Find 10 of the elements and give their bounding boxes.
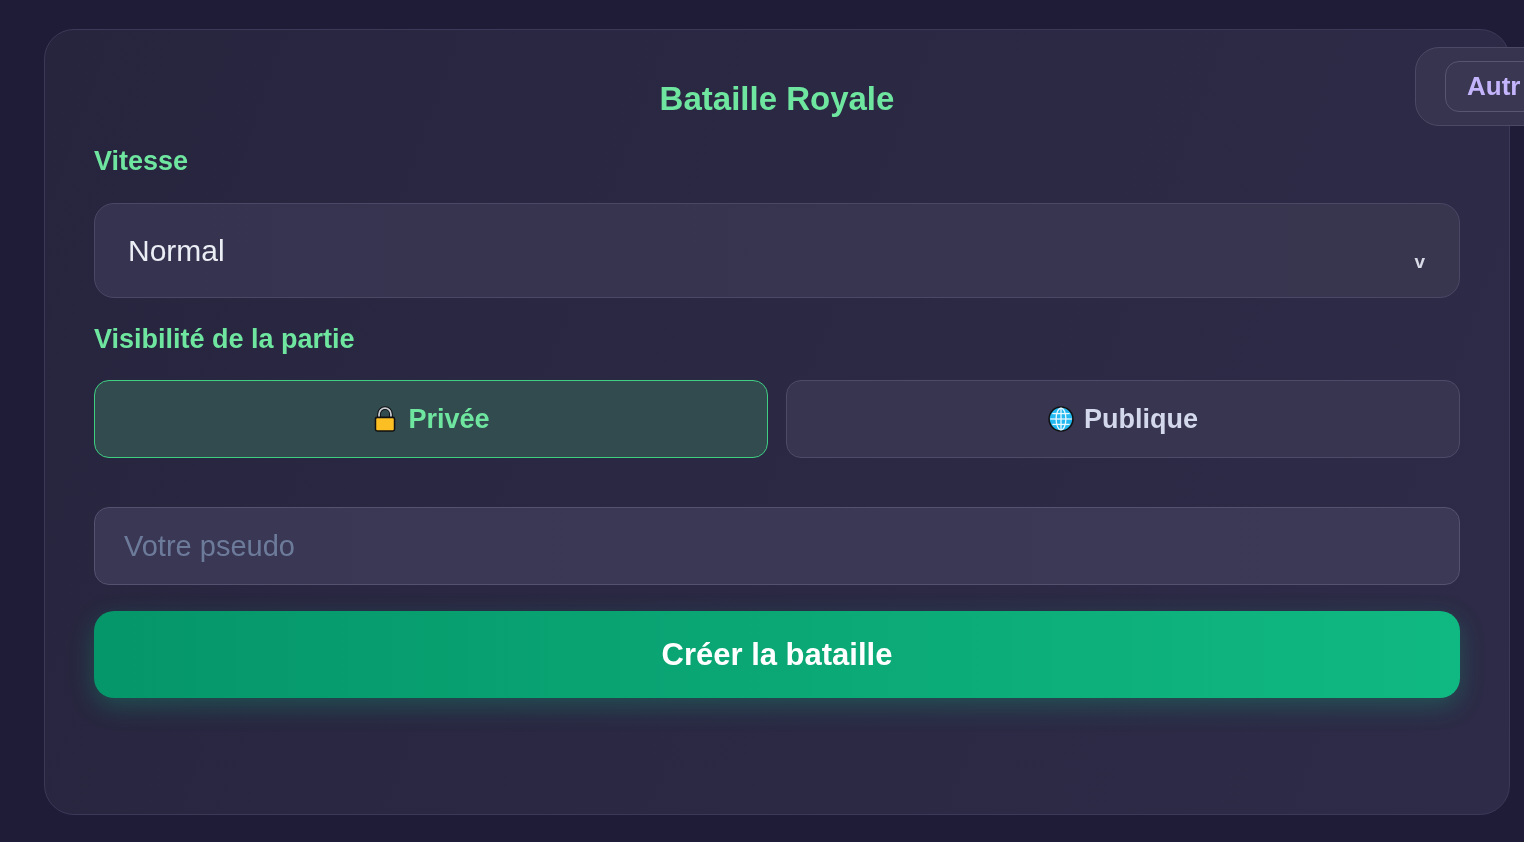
globe-icon — [1048, 406, 1074, 432]
visibility-option[interactable]: Publique — [786, 380, 1460, 458]
field-label: Visibilité de la partie — [94, 323, 356, 355]
card-title: Bataille Royale — [658, 79, 896, 119]
nickname-input[interactable]: Votre pseudo — [94, 507, 1460, 585]
visibility-option[interactable]: Privée — [94, 380, 768, 458]
speed-select[interactable]: Normal v — [94, 203, 1460, 298]
field-label: Vitesse — [94, 145, 190, 177]
create-battle-button[interactable]: Créer la bataille — [94, 611, 1460, 698]
corner-button[interactable]: Autr — [1445, 61, 1524, 112]
